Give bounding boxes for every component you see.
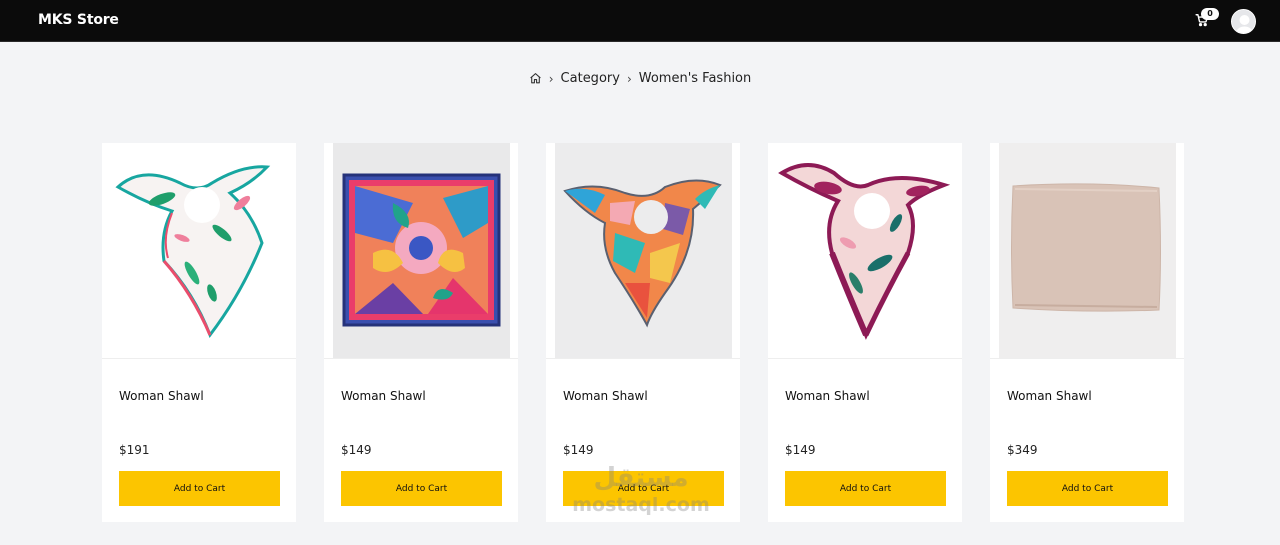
add-to-cart-button[interactable]: Add to Cart bbox=[785, 471, 946, 506]
product-name[interactable]: Woman Shawl bbox=[785, 389, 870, 403]
product-name[interactable]: Woman Shawl bbox=[341, 389, 426, 403]
top-navbar: MKS Store 0 bbox=[0, 0, 1280, 42]
product-price: $191 bbox=[119, 443, 150, 457]
add-to-cart-button[interactable]: Add to Cart bbox=[1007, 471, 1168, 506]
product-image[interactable] bbox=[546, 143, 740, 359]
breadcrumb-category[interactable]: Category bbox=[561, 71, 620, 86]
product-price: $149 bbox=[341, 443, 372, 457]
product-price: $149 bbox=[785, 443, 816, 457]
breadcrumb: › Category › Women's Fashion bbox=[0, 71, 1280, 86]
product-card[interactable]: Woman Shawl $149 Add to Cart bbox=[546, 143, 740, 522]
chevron-right-icon: › bbox=[548, 71, 554, 86]
add-to-cart-button[interactable]: Add to Cart bbox=[563, 471, 724, 506]
cart-count-badge: 0 bbox=[1201, 8, 1219, 20]
product-name[interactable]: Woman Shawl bbox=[1007, 389, 1092, 403]
product-card[interactable]: Woman Shawl $349 Add to Cart bbox=[990, 143, 1184, 522]
product-price: $149 bbox=[563, 443, 594, 457]
product-name[interactable]: Woman Shawl bbox=[563, 389, 648, 403]
product-grid: Woman Shawl $191 Add to Cart Woman Shawl… bbox=[102, 143, 1184, 522]
chevron-right-icon: › bbox=[626, 71, 632, 86]
product-card[interactable]: Woman Shawl $149 Add to Cart bbox=[768, 143, 962, 522]
add-to-cart-button[interactable]: Add to Cart bbox=[119, 471, 280, 506]
product-name[interactable]: Woman Shawl bbox=[119, 389, 204, 403]
product-card[interactable]: Woman Shawl $191 Add to Cart bbox=[102, 143, 296, 522]
add-to-cart-button[interactable]: Add to Cart bbox=[341, 471, 502, 506]
home-icon[interactable] bbox=[529, 72, 542, 85]
brand-logo[interactable]: MKS Store bbox=[38, 12, 119, 28]
product-image[interactable] bbox=[768, 143, 962, 359]
product-image[interactable] bbox=[324, 143, 518, 359]
product-image[interactable] bbox=[990, 143, 1184, 359]
user-avatar-icon[interactable] bbox=[1231, 9, 1256, 34]
product-image[interactable] bbox=[102, 143, 296, 359]
breadcrumb-womens-fashion[interactable]: Women's Fashion bbox=[639, 71, 752, 86]
product-price: $349 bbox=[1007, 443, 1038, 457]
product-card[interactable]: Woman Shawl $149 Add to Cart bbox=[324, 143, 518, 522]
